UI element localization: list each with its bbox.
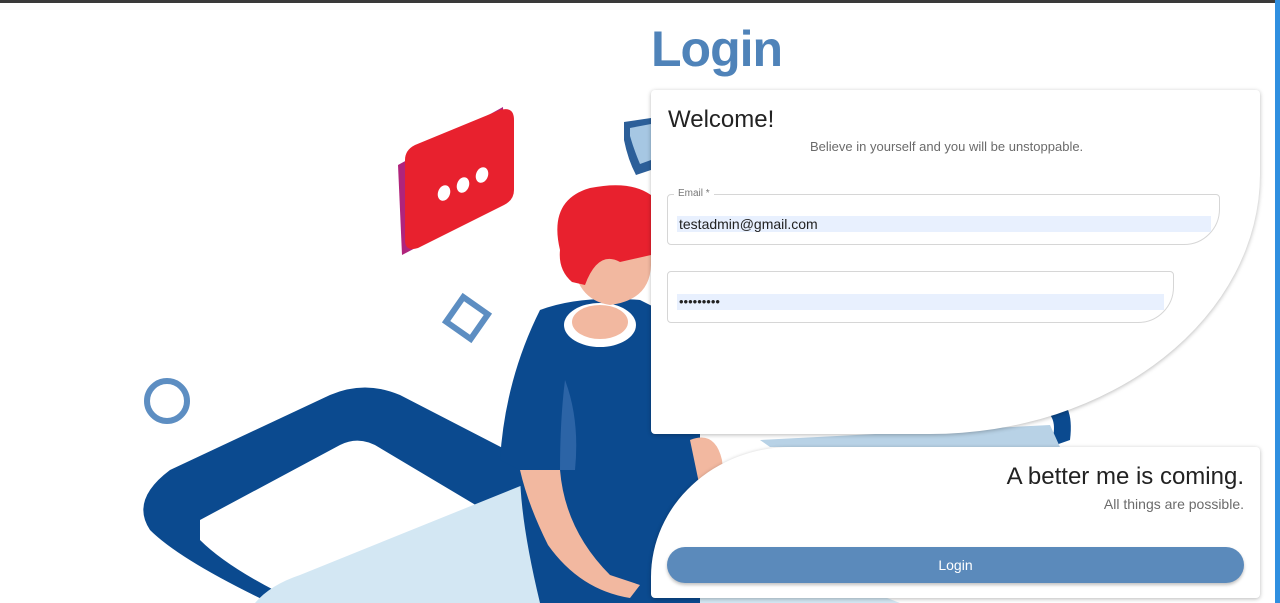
footer-card: A better me is coming. All things are po… — [651, 447, 1260, 598]
circle-decor — [144, 378, 190, 424]
password-field[interactable]: ••••••••• — [667, 271, 1174, 323]
tagline: A better me is coming. — [1006, 463, 1244, 490]
login-page: Login Welcome! Believe in yourself and y… — [0, 0, 1280, 603]
subtagline: All things are possible. — [1103, 496, 1244, 512]
motto-text: Believe in yourself and you will be unst… — [810, 139, 1084, 154]
chat-bubble — [405, 109, 514, 249]
welcome-heading: Welcome! — [668, 106, 775, 133]
email-input[interactable]: testadmin@gmail.com — [677, 216, 1211, 232]
email-field[interactable]: Email * testadmin@gmail.com — [667, 188, 1220, 245]
neck — [572, 305, 628, 339]
email-label: Email * — [674, 188, 714, 199]
login-button[interactable]: Login — [667, 547, 1244, 583]
diamond-decor — [441, 292, 493, 344]
page-title: Login — [651, 21, 783, 77]
password-input[interactable]: ••••••••• — [677, 294, 1164, 310]
